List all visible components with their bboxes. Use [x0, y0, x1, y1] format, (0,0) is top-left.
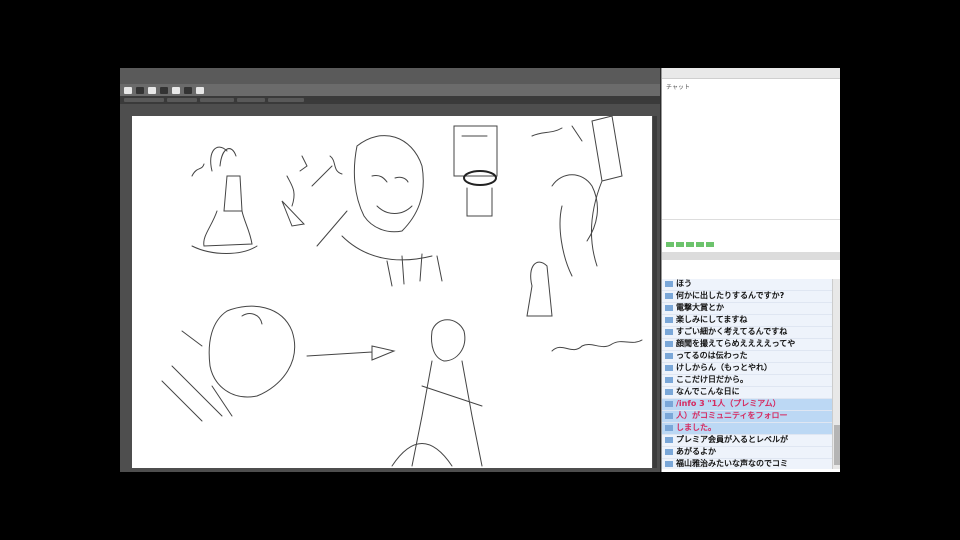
- comment-row: 何かに出したりするんですか?: [662, 291, 832, 303]
- comment-text: ってるのは伝わった: [676, 351, 748, 360]
- document-tab[interactable]: [124, 98, 164, 102]
- drawing-app-window: [120, 68, 660, 472]
- comment-row: すごい細かく考えてるんですね: [662, 327, 832, 339]
- tool-button[interactable]: [148, 86, 156, 94]
- comment-row: 顔聞を撮えてらめええええってや: [662, 339, 832, 351]
- comment-text: プレミア会員が入るとレベルが: [676, 435, 788, 444]
- document-tab[interactable]: [200, 98, 234, 102]
- comment-text: 人）がコミュニティをフォロー: [676, 411, 788, 420]
- toolbar: [120, 84, 660, 96]
- control-button[interactable]: [666, 241, 674, 247]
- user-icon: [665, 305, 673, 311]
- user-icon: [665, 449, 673, 455]
- comment-row: なんでこんな日に: [662, 387, 832, 399]
- tool-button[interactable]: [124, 86, 132, 94]
- comment-text: /info 3 "1人（プレミアム）: [676, 399, 781, 408]
- document-tab[interactable]: [268, 98, 304, 102]
- chat-notice: [662, 220, 840, 240]
- document-tab-strip: [120, 96, 660, 104]
- comment-row: 楽しみにしてますね: [662, 315, 832, 327]
- comment-row: ってるのは伝わった: [662, 351, 832, 363]
- control-button[interactable]: [696, 241, 704, 247]
- scroll-thumb[interactable]: [834, 425, 840, 465]
- comment-text: すごい細かく考えてるんですね: [676, 327, 788, 336]
- control-button[interactable]: [706, 241, 714, 247]
- user-icon: [665, 437, 673, 443]
- user-icon: [665, 425, 673, 431]
- sketch-strokes: [161, 116, 643, 467]
- user-icon: [665, 329, 673, 335]
- comment-row: プレミア会員が入るとレベルが: [662, 435, 832, 447]
- user-icon: [665, 317, 673, 323]
- user-icon: [665, 341, 673, 347]
- user-icon: [665, 389, 673, 395]
- canvas-scrollbar[interactable]: [653, 116, 657, 468]
- control-button[interactable]: [676, 241, 684, 247]
- tool-button[interactable]: [196, 86, 204, 94]
- chat-heading: チャット: [666, 84, 690, 91]
- drawing-canvas[interactable]: [132, 116, 652, 468]
- comment-text: 顔聞を撮えてらめええええってや: [676, 339, 796, 348]
- comment-row: しました。: [662, 423, 832, 435]
- document-tab[interactable]: [167, 98, 197, 102]
- screen: チャット ほう何かに出したりするんですか? 電撃大賞とか楽しみにしてますねすごい細…: [120, 68, 840, 472]
- comment-text: なんでこんな日に: [676, 387, 740, 396]
- comment-text: 楽しみにしてますね: [676, 315, 748, 324]
- user-icon: [665, 377, 673, 383]
- chat-window: チャット ほう何かに出したりするんですか? 電撃大賞とか楽しみにしてますねすごい細…: [661, 68, 840, 472]
- tool-button[interactable]: [184, 86, 192, 94]
- comment-scrollbar[interactable]: [832, 279, 840, 469]
- chat-control-row: [662, 240, 840, 248]
- tool-button[interactable]: [160, 86, 168, 94]
- comment-row: /info 3 "1人（プレミアム）: [662, 399, 832, 411]
- comment-text: ここだけ日だから。: [676, 375, 748, 384]
- comment-text: しました。: [676, 423, 716, 432]
- tool-button[interactable]: [172, 86, 180, 94]
- comment-list-header: [662, 252, 840, 260]
- comment-row: 福山雅治みたいな声なのでコミ: [662, 459, 832, 469]
- comment-row: ここだけ日だから。: [662, 375, 832, 387]
- comment-row: 人）がコミュニティをフォロー: [662, 411, 832, 423]
- document-tab[interactable]: [237, 98, 265, 102]
- comment-row: あがるよか: [662, 447, 832, 459]
- comment-row: ほう: [662, 279, 832, 291]
- comment-text: 福山雅治みたいな声なのでコミ: [676, 459, 788, 468]
- comment-row: けしからん（もっとやれ）: [662, 363, 832, 375]
- canvas-area: [120, 104, 660, 472]
- comment-text: あがるよか: [676, 447, 716, 456]
- user-icon: [665, 413, 673, 419]
- user-icon: [665, 281, 673, 287]
- comment-text: ほう: [676, 279, 692, 288]
- comment-row: 電撃大賞とか: [662, 303, 832, 315]
- comment-text: けしからん（もっとやれ）: [676, 363, 772, 372]
- user-icon: [665, 365, 673, 371]
- user-icon: [665, 461, 673, 467]
- comment-text: 電撃大賞とか: [676, 303, 724, 312]
- comment-list: ほう何かに出したりするんですか? 電撃大賞とか楽しみにしてますねすごい細かく考えて…: [662, 279, 832, 469]
- user-icon: [665, 401, 673, 407]
- menu-bar: [120, 68, 660, 84]
- user-icon: [665, 293, 673, 299]
- comment-text: 何かに出したりするんですか?: [676, 291, 785, 300]
- chat-titlebar: [662, 68, 840, 79]
- tool-button[interactable]: [136, 86, 144, 94]
- user-icon: [665, 353, 673, 359]
- control-button[interactable]: [686, 241, 694, 247]
- chat-upper-panel: チャット: [662, 79, 840, 220]
